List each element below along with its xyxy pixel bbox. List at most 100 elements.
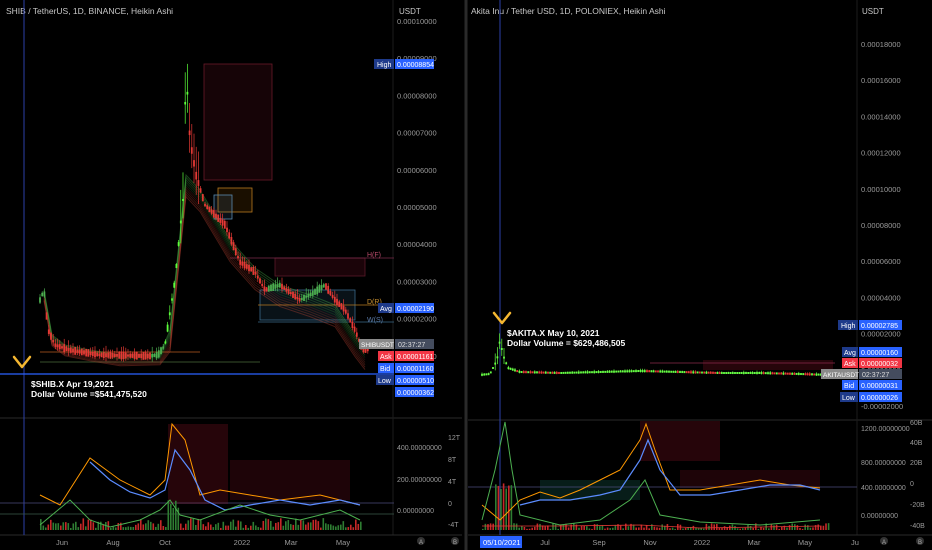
- right-candle: [619, 370, 622, 373]
- left-candle: [78, 349, 81, 354]
- left-candle: [223, 220, 226, 229]
- left-candle: [129, 353, 132, 358]
- left-candle: [292, 291, 294, 298]
- left-candle: [366, 348, 369, 352]
- right-volume-bar: [796, 525, 799, 530]
- left-candle: [263, 286, 266, 292]
- left-ind-tick: 0.00000000: [397, 508, 434, 515]
- right-volume-bar: [809, 527, 812, 530]
- left-volume-bar: [312, 519, 315, 530]
- left-candle: [303, 294, 305, 302]
- left-candle: [43, 291, 46, 297]
- left-candle: [54, 343, 57, 347]
- left-candle: [243, 261, 246, 269]
- right-volume-bar: [508, 485, 510, 530]
- left-candle: [289, 292, 292, 295]
- left-candle: [230, 237, 233, 245]
- right-candle: [668, 370, 670, 373]
- right-candle: [531, 371, 534, 374]
- right-candle: [802, 373, 805, 376]
- right-candle: [760, 372, 763, 375]
- right-candle: [650, 370, 653, 373]
- right-volume-bar: [622, 528, 624, 530]
- right-candle: [797, 372, 800, 375]
- left-candle: [201, 194, 204, 202]
- right-candle: [595, 371, 598, 374]
- right-candle: [709, 371, 712, 374]
- left-volume-bar: [302, 520, 305, 530]
- right-candle: [514, 369, 516, 372]
- left-volume-bar: [175, 500, 177, 530]
- left-candle: [140, 353, 143, 359]
- right-candle: [676, 370, 679, 373]
- left-volume-bar: [320, 527, 322, 530]
- right-volume-bar: [827, 523, 830, 530]
- left-candle: [256, 275, 259, 279]
- left-volume-bar: [305, 524, 307, 530]
- right-volume-bar: [523, 526, 526, 530]
- left-volume-bar: [45, 527, 47, 530]
- right-candle: [604, 370, 607, 373]
- right-volume-bar: [786, 527, 788, 530]
- right-candle: [551, 371, 554, 374]
- left-candle: [184, 101, 187, 105]
- left-x-tick: Oct: [159, 538, 172, 547]
- right-candle: [789, 372, 791, 375]
- right-candle: [549, 371, 552, 374]
- left-volume-bar: [142, 524, 145, 530]
- right-volume-bar: [578, 527, 580, 530]
- right-volume-bar: [661, 524, 663, 530]
- left-candle: [80, 348, 83, 356]
- left-volume-bar: [185, 523, 187, 530]
- left-volume-bar: [50, 519, 52, 530]
- right-x-tick: 2022: [694, 538, 711, 547]
- left-volume-bar: [147, 520, 150, 530]
- right-candle: [654, 370, 657, 373]
- left-x-tick: 2022: [234, 538, 251, 547]
- left-volume-bar: [247, 527, 250, 530]
- left-volume-bar: [237, 520, 240, 530]
- left-volume-bar: [352, 527, 355, 530]
- right-x-tick: Nov: [643, 538, 657, 547]
- right-candle: [648, 370, 651, 373]
- left-volume-bar: [240, 521, 242, 530]
- left-volume-bar: [42, 525, 45, 530]
- right-volume-bar: [482, 528, 484, 530]
- left-candle: [311, 290, 314, 296]
- dual-chart-canvas: SHIB / TetherUS, 1D, BINANCE, Heikin Ash…: [0, 0, 932, 550]
- left-y-tick: 0.00003000: [397, 277, 437, 286]
- left-volume-bar: [260, 527, 262, 530]
- left-candle: [83, 350, 85, 355]
- left-annotation-line1: $SHIB.X Apr 19,2021: [31, 379, 114, 389]
- left-volume-bar: [310, 522, 312, 530]
- right-candle: [643, 370, 646, 373]
- left-candle: [340, 303, 343, 310]
- left-volume-bar: [195, 524, 197, 530]
- left-y-tick: 0.00004000: [397, 240, 437, 249]
- right-candle: [758, 372, 761, 374]
- left-candle: [182, 198, 184, 202]
- right-candle: [560, 371, 563, 374]
- left-candle: [188, 130, 191, 136]
- right-candle: [813, 373, 816, 376]
- right-candle: [720, 372, 723, 374]
- right-candle: [696, 371, 699, 374]
- left-candle: [173, 282, 176, 288]
- right-volume-bar: [515, 523, 518, 530]
- right-candle: [573, 371, 576, 374]
- right-volume-bar: [713, 524, 715, 530]
- svg-text:B: B: [918, 540, 922, 546]
- right-ind-tick2: 40B: [910, 440, 923, 447]
- right-candle: [509, 367, 512, 370]
- right-volume-bar: [580, 525, 583, 530]
- left-candle: [162, 346, 165, 349]
- right-volume-bar: [812, 527, 814, 530]
- left-candle: [344, 309, 347, 314]
- left-volume-bar: [290, 524, 292, 530]
- right-candle: [727, 372, 730, 374]
- left-candle: [135, 351, 138, 360]
- left-candle: [177, 242, 180, 246]
- right-candle: [538, 371, 541, 374]
- right-annotation-line1: $AKITA.X May 10, 2021: [507, 328, 600, 338]
- right-candle: [753, 372, 756, 374]
